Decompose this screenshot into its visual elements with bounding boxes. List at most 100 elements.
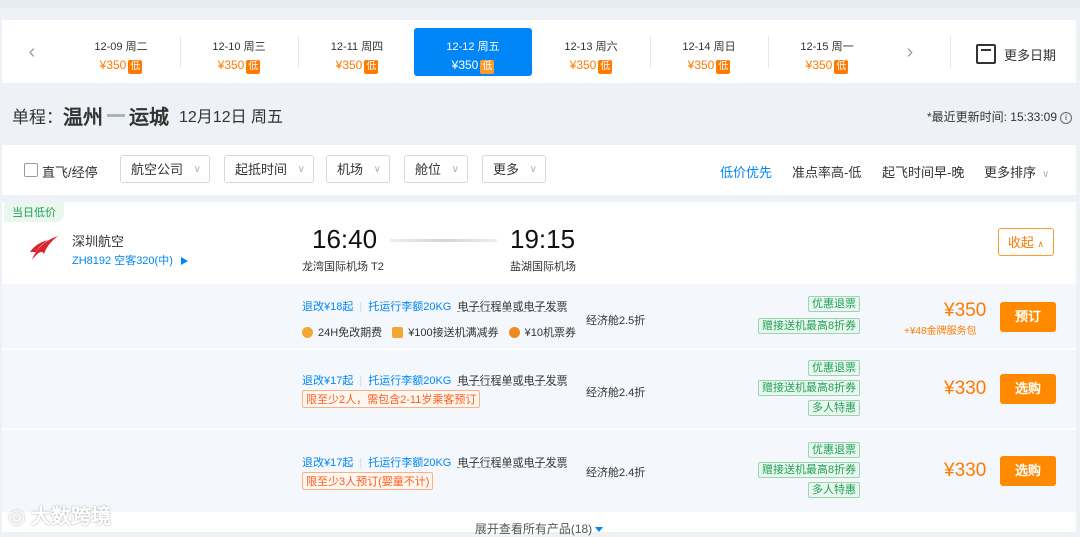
flight-card: 当日低价 深圳航空 ZH8192 空客320(中) 16:40 龙湾国际机场 T…: [2, 202, 1076, 536]
select-button[interactable]: 选购: [1000, 374, 1056, 404]
date-cell-1[interactable]: 12-09 周二 ¥350 低: [62, 28, 180, 76]
travel-date: 12月12日 周五: [179, 109, 284, 126]
date-label: 12-10 周三: [212, 41, 266, 53]
sort-punctuality[interactable]: 准点率高-低: [792, 162, 861, 181]
more-filter[interactable]: 更多 ∨: [482, 155, 546, 183]
next-dates-icon[interactable]: ›: [900, 40, 920, 64]
date-label: 12-15 周一: [800, 41, 854, 53]
green-tag: 赠接送机最高8折券: [758, 462, 861, 478]
baggage-link[interactable]: 托运行李额20KG: [368, 457, 451, 469]
low-badge: 低: [128, 60, 143, 74]
expand-all-products[interactable]: 展开查看所有产品(18): [2, 520, 1076, 537]
date-cell-selected[interactable]: 12-12 周五 ¥350 低: [414, 28, 532, 76]
direct-label: 直飞/经停: [42, 165, 98, 180]
arrival-airport: 盐湖国际机场: [510, 261, 576, 273]
low-badge: 低: [480, 60, 495, 74]
restriction-warning: 限至少3人预订(婴童不计): [302, 472, 434, 490]
date-label: 12-14 周日: [682, 41, 736, 53]
low-badge: 低: [834, 60, 849, 74]
product-tags: 退改¥17起 | 托运行李额20KG 电子行程单或电子发票: [302, 375, 568, 387]
chevron-up-icon: ∧: [1037, 239, 1045, 249]
cabin-class: 经济舱2.4折: [586, 467, 646, 479]
plane-icon: [508, 326, 520, 338]
green-tag: 优惠退票: [808, 442, 860, 458]
low-badge: 低: [598, 60, 613, 74]
product-extras: 24H免改期费 ¥100接送机满减券 ¥10机票券: [302, 324, 576, 340]
date-cell-7[interactable]: 12-15 周一 ¥350 低: [768, 28, 886, 76]
cabin-class: 经济舱2.4折: [586, 387, 646, 399]
restriction-warning: 限至少2人，需包含2-11岁乘客预订: [302, 390, 481, 408]
product-row: 退改¥17起 | 托运行李额20KG 电子行程单或电子发票 限至少3人预订(婴童不计…: [2, 430, 1076, 512]
price: ¥330: [944, 378, 987, 399]
change-fee-link[interactable]: 退改¥17起: [302, 375, 353, 387]
green-tag: 优惠退票: [808, 296, 860, 312]
product-row: 退改¥17起 | 托运行李额20KG 电子行程单或电子发票 限至少2人，需包含2-1…: [2, 350, 1076, 428]
filter-bar: 直飞/经停 航空公司 ∨ 起抵时间 ∨ 机场 ∨ 舱位 ∨ 更多 ∨ 低价优先 准点率高-…: [2, 145, 1076, 195]
more-dates-button[interactable]: 更多日期: [975, 44, 1056, 64]
chevron-down-icon: ∨: [193, 164, 201, 175]
date-label: 12-13 周六: [564, 41, 618, 53]
watermark-logo-icon: ◎: [8, 506, 32, 528]
arrival-time: 19:15: [510, 224, 576, 254]
baggage-link[interactable]: 托运行李额20KG: [368, 301, 451, 313]
airline-name: 深圳航空: [72, 234, 125, 249]
airport-filter[interactable]: 机场 ∨: [326, 155, 390, 183]
departure-time: 16:40: [312, 224, 378, 254]
date-label: 12-12 周五: [446, 41, 500, 53]
date-price: ¥350 低: [451, 58, 495, 74]
info-icon[interactable]: i: [1060, 111, 1072, 124]
time-filter[interactable]: 起抵时间 ∨: [224, 155, 314, 183]
service-package[interactable]: +¥48金牌服务包: [904, 322, 977, 337]
green-tag: 优惠退票: [808, 360, 860, 376]
calendar-icon: [975, 44, 996, 64]
sort-low-price[interactable]: 低价优先: [720, 162, 772, 181]
select-button[interactable]: 选购: [1000, 456, 1056, 486]
last-updated: *最近更新时间: 15:33:09 i: [927, 108, 1072, 125]
departure-airport: 龙湾国际机场 T2: [302, 261, 384, 273]
date-bar: ‹ 12-09 周二 ¥350 低 12-10 周三 ¥350 低 12-11 周四…: [2, 20, 1076, 83]
date-cell-3[interactable]: 12-11 周四 ¥350 低: [298, 28, 416, 76]
date-price: ¥350 低: [569, 58, 613, 74]
book-button[interactable]: 预订: [1000, 302, 1056, 332]
to-city: 运城: [129, 106, 169, 129]
product-row: 退改¥18起 | 托运行李额20KG 电子行程单或电子发票 24H免改期费 ¥100…: [2, 284, 1076, 348]
prev-dates-icon[interactable]: ‹: [22, 40, 42, 64]
more-dates-label: 更多日期: [1003, 47, 1056, 63]
divider: [950, 36, 951, 68]
today-low-tag: 当日低价: [4, 202, 64, 222]
direct-checkbox[interactable]: [24, 163, 38, 177]
from-city: 温州: [63, 106, 103, 129]
low-badge: 低: [246, 60, 261, 74]
product-tags: 退改¥17起 | 托运行李额20KG 电子行程单或电子发票: [302, 457, 568, 469]
green-tag: 多人特惠: [808, 482, 860, 498]
collapse-button[interactable]: 收起 ∧: [998, 228, 1054, 256]
change-fee-link[interactable]: 退改¥17起: [302, 457, 353, 469]
change-free-icon: [302, 326, 313, 338]
date-price: ¥350 低: [217, 58, 261, 74]
airline-filter[interactable]: 航空公司 ∨: [120, 155, 210, 183]
date-price: ¥350 低: [99, 58, 143, 74]
green-tag: 多人特惠: [808, 400, 860, 416]
date-cell-5[interactable]: 12-13 周六 ¥350 低: [532, 28, 650, 76]
chevron-down-icon: ∨: [529, 164, 537, 175]
play-icon[interactable]: [180, 257, 188, 266]
flight-number[interactable]: ZH8192 空客320(中): [72, 252, 188, 268]
date-cell-6[interactable]: 12-14 周日 ¥350 低: [650, 28, 768, 76]
price: ¥350: [944, 300, 987, 321]
date-cell-2[interactable]: 12-10 周三 ¥350 低: [180, 28, 298, 76]
car-icon: [392, 326, 404, 338]
change-fee-link[interactable]: 退改¥18起: [302, 301, 353, 313]
sort-departure[interactable]: 起飞时间早-晚: [882, 162, 964, 181]
route-arrow-icon: [107, 113, 125, 117]
extra-label: ¥100接送机满减券: [408, 327, 499, 339]
low-badge: 低: [364, 60, 379, 74]
cabin-filter[interactable]: 舱位 ∨: [404, 155, 468, 183]
invoice-text: 电子行程单或电子发票: [457, 457, 568, 469]
trip-type-label: 单程：: [12, 107, 63, 127]
green-tag: 赠接送机最高8折券: [758, 380, 861, 396]
sort-more[interactable]: 更多排序 ∨: [984, 162, 1049, 181]
route-header: 单程： 温州 运城 12月12日 周五: [12, 100, 283, 130]
baggage-link[interactable]: 托运行李额20KG: [368, 375, 451, 387]
flight-line: [390, 239, 497, 242]
invoice-text: 电子行程单或电子发票: [457, 301, 568, 313]
